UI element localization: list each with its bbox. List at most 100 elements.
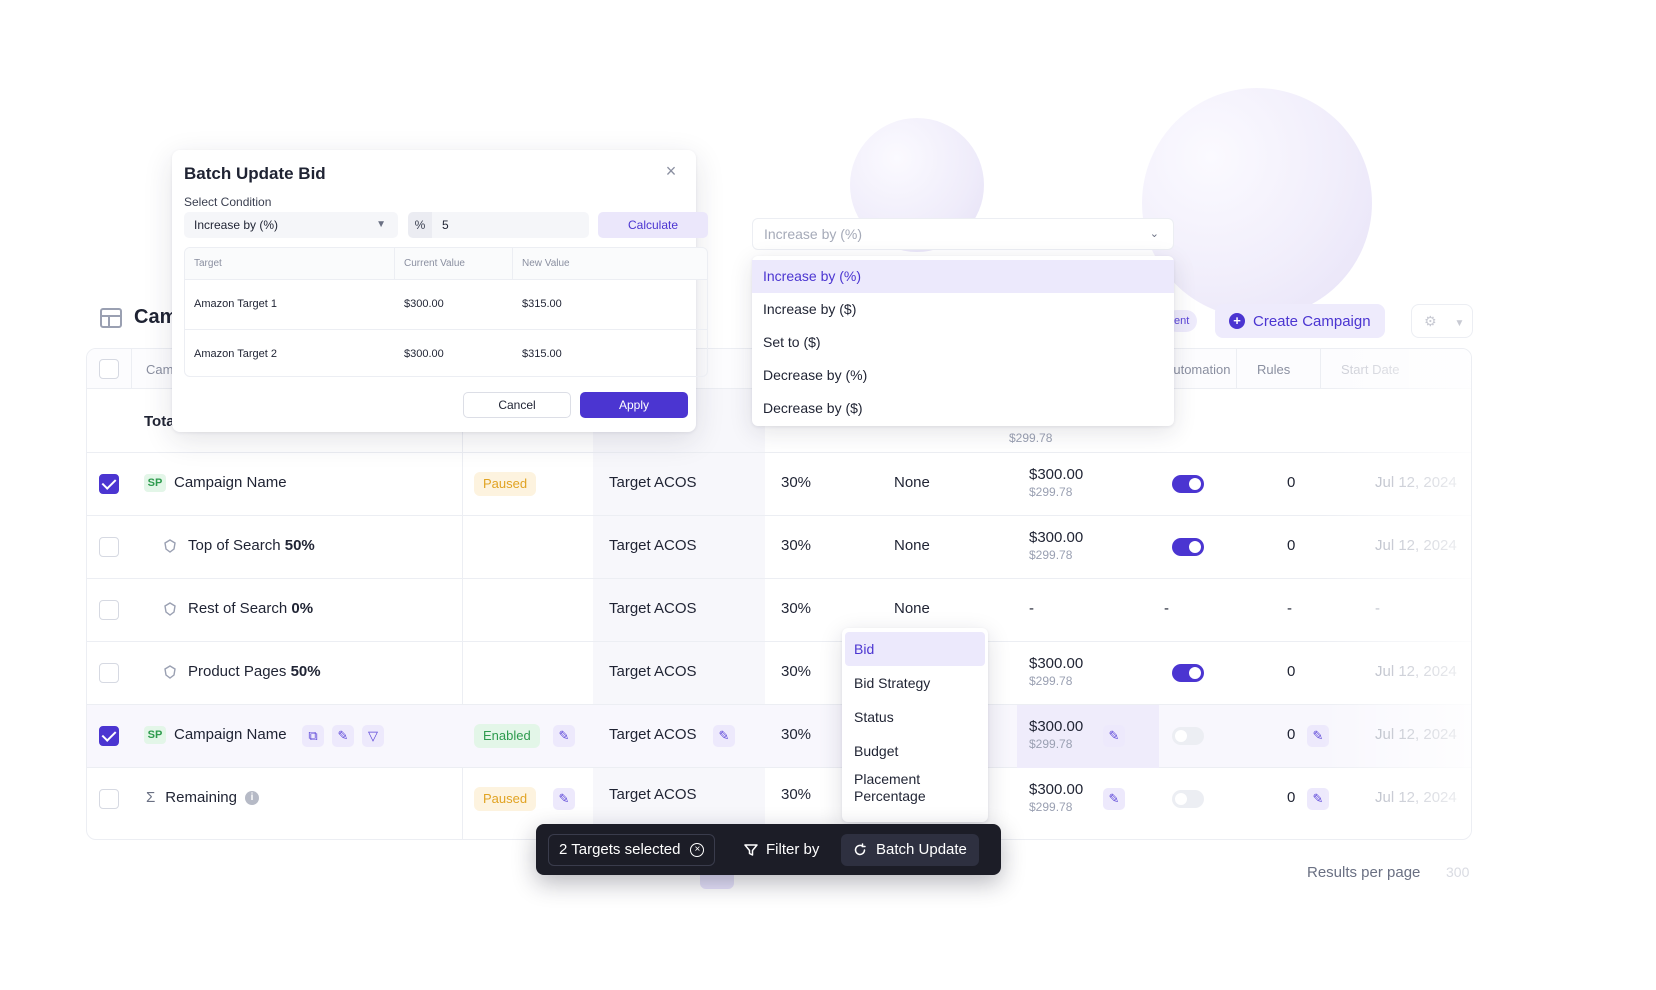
- row-checkbox[interactable]: [99, 789, 119, 809]
- bid-strategy: Target ACOS: [609, 663, 697, 680]
- target-acos: 30%: [781, 600, 812, 617]
- start-date: Jul 12, 2024: [1375, 789, 1457, 806]
- campaign-cell: SP Campaign Name: [144, 474, 287, 493]
- filter-icon[interactable]: ▽: [362, 725, 384, 747]
- condition-dropdown-trigger[interactable]: Increase by (%) ⌄: [752, 218, 1174, 250]
- create-campaign-button[interactable]: + Create Campaign: [1215, 304, 1385, 338]
- row-checkbox[interactable]: [99, 474, 119, 494]
- bid-value: -: [1029, 600, 1034, 617]
- status-badge[interactable]: Enabled: [474, 724, 540, 748]
- edit-icon[interactable]: ✎: [332, 725, 354, 747]
- create-campaign-label: Create Campaign: [1253, 312, 1371, 330]
- rules-count: 0: [1287, 474, 1296, 491]
- preview-table-header: Target Current Value New Value: [185, 248, 707, 280]
- batch-option-placement-percentage[interactable]: Placement Percentage: [842, 768, 962, 808]
- option-decrease-percent[interactable]: Decrease by (%): [752, 359, 1174, 392]
- batch-update-button[interactable]: Batch Update: [841, 834, 979, 866]
- bid-strategy: Target ACOS: [609, 726, 697, 743]
- batch-update-bid-modal: Batch Update Bid × Select Condition Incr…: [172, 150, 708, 432]
- gear-icon: ⚙: [1424, 313, 1437, 329]
- table-row[interactable]: Rest of Search 0% Target ACOS 30% None -…: [87, 579, 1471, 642]
- placement-name: Rest of Search: [188, 600, 292, 617]
- status-badge[interactable]: Paused: [474, 787, 537, 811]
- campaign-name[interactable]: Campaign Name: [174, 474, 287, 491]
- apply-button[interactable]: Apply: [580, 392, 688, 418]
- bid-automation-toggle[interactable]: [1172, 475, 1204, 493]
- condition-select[interactable]: Increase by (%) ▼: [184, 212, 398, 238]
- preview-table: Target Current Value New Value Amazon Ta…: [184, 247, 708, 377]
- row-checkbox[interactable]: [99, 663, 119, 683]
- row-checkbox[interactable]: [99, 726, 119, 746]
- batch-update-label: Batch Update: [876, 841, 967, 858]
- header-start-date[interactable]: Start Date: [1341, 362, 1400, 377]
- bid-automation-toggle[interactable]: [1172, 790, 1204, 808]
- batch-option-budget[interactable]: Budget: [842, 734, 988, 768]
- bid-automation-toggle[interactable]: [1172, 727, 1204, 745]
- header-divider: [512, 248, 513, 280]
- clear-selection-icon[interactable]: ×: [690, 843, 705, 857]
- header-divider: [131, 349, 132, 389]
- campaign-cell: Product Pages 50%: [162, 663, 321, 680]
- table-row[interactable]: SP Campaign Name ⧉ ✎ ▽ Enabled ✎ Target A…: [87, 705, 1471, 768]
- start-date: Jul 12, 2024: [1375, 726, 1457, 743]
- batch-option-bid[interactable]: Bid: [845, 632, 985, 666]
- row-checkbox[interactable]: [99, 537, 119, 557]
- edit-icon[interactable]: ✎: [1307, 788, 1329, 810]
- header-new-value: New Value: [522, 258, 570, 269]
- filter-by-label: Filter by: [766, 841, 820, 858]
- target-name: Amazon Target 1: [194, 298, 277, 310]
- edit-icon[interactable]: ✎: [1103, 725, 1125, 747]
- header-campaign[interactable]: Cam: [146, 362, 173, 377]
- refresh-icon: [854, 843, 866, 856]
- batch-option-status[interactable]: Status: [842, 700, 988, 734]
- edit-icon[interactable]: ✎: [1307, 725, 1329, 747]
- row-checkbox[interactable]: [99, 600, 119, 620]
- condition-dropdown-menu: Increase by (%) Increase by ($) Set to (…: [752, 256, 1174, 426]
- percent-prefix: %: [408, 212, 432, 238]
- amount-input[interactable]: [432, 212, 589, 238]
- cancel-button[interactable]: Cancel: [463, 392, 571, 418]
- campaign-cell: SP Campaign Name: [144, 726, 287, 745]
- selected-targets-chip[interactable]: 2 Targets selected ×: [548, 834, 716, 866]
- condition-dropdown-value: Increase by (%): [764, 226, 863, 242]
- close-icon[interactable]: ×: [662, 162, 680, 180]
- results-per-page-label: Results per page: [1307, 864, 1421, 881]
- option-decrease-dollar[interactable]: Decrease by ($): [752, 392, 1174, 425]
- calculate-button[interactable]: Calculate: [598, 212, 708, 238]
- chevron-down-icon: ▼: [376, 219, 386, 230]
- chevron-down-icon: ⌄: [1149, 228, 1159, 240]
- table-row[interactable]: SP Campaign Name Paused Target ACOS 30% N…: [87, 453, 1471, 516]
- results-per-page-select[interactable]: 300: [1446, 864, 1469, 880]
- header-rules[interactable]: Rules: [1257, 362, 1290, 377]
- table-row[interactable]: Σ Remaining i Paused ✎ Target ACOS 30% $30…: [87, 768, 1471, 831]
- info-icon[interactable]: i: [245, 791, 259, 806]
- bid-automation-toggle[interactable]: [1172, 538, 1204, 556]
- filter-by-button[interactable]: Filter by: [744, 834, 819, 866]
- bid-automation-toggle[interactable]: [1172, 664, 1204, 682]
- copy-icon[interactable]: ⧉: [302, 725, 324, 747]
- total-bid-sub: $299.78: [1009, 431, 1053, 445]
- new-value: $315.00: [522, 348, 562, 360]
- plus-icon: +: [1229, 313, 1245, 329]
- batch-option-bid-strategy[interactable]: Bid Strategy: [842, 666, 988, 700]
- option-set-to-dollar[interactable]: Set to ($): [752, 326, 1174, 359]
- option-increase-dollar[interactable]: Increase by ($): [752, 293, 1174, 326]
- edit-icon[interactable]: ✎: [1103, 788, 1125, 810]
- edit-icon[interactable]: ✎: [713, 725, 735, 747]
- target-acos: 30%: [781, 474, 812, 491]
- select-all-checkbox[interactable]: [99, 359, 119, 379]
- edit-icon[interactable]: ✎: [553, 725, 575, 747]
- option-increase-percent[interactable]: Increase by (%): [752, 260, 1174, 293]
- sum-icon: Σ: [146, 789, 156, 806]
- placement-value: None: [894, 474, 930, 491]
- status-badge[interactable]: Paused: [474, 472, 537, 496]
- bid-value: $300.00: [1029, 466, 1084, 483]
- edit-icon[interactable]: ✎: [553, 788, 575, 810]
- table-row[interactable]: Top of Search 50% Target ACOS 30% None $…: [87, 516, 1471, 579]
- table-row[interactable]: Product Pages 50% Target ACOS 30% $300.0…: [87, 642, 1471, 705]
- start-date: -: [1375, 600, 1380, 617]
- placement-percent: 50%: [290, 663, 321, 680]
- chevron-down-icon: ▼: [1454, 318, 1465, 329]
- settings-button[interactable]: ⚙ ▼: [1411, 304, 1473, 338]
- campaign-name[interactable]: Campaign Name: [174, 726, 287, 743]
